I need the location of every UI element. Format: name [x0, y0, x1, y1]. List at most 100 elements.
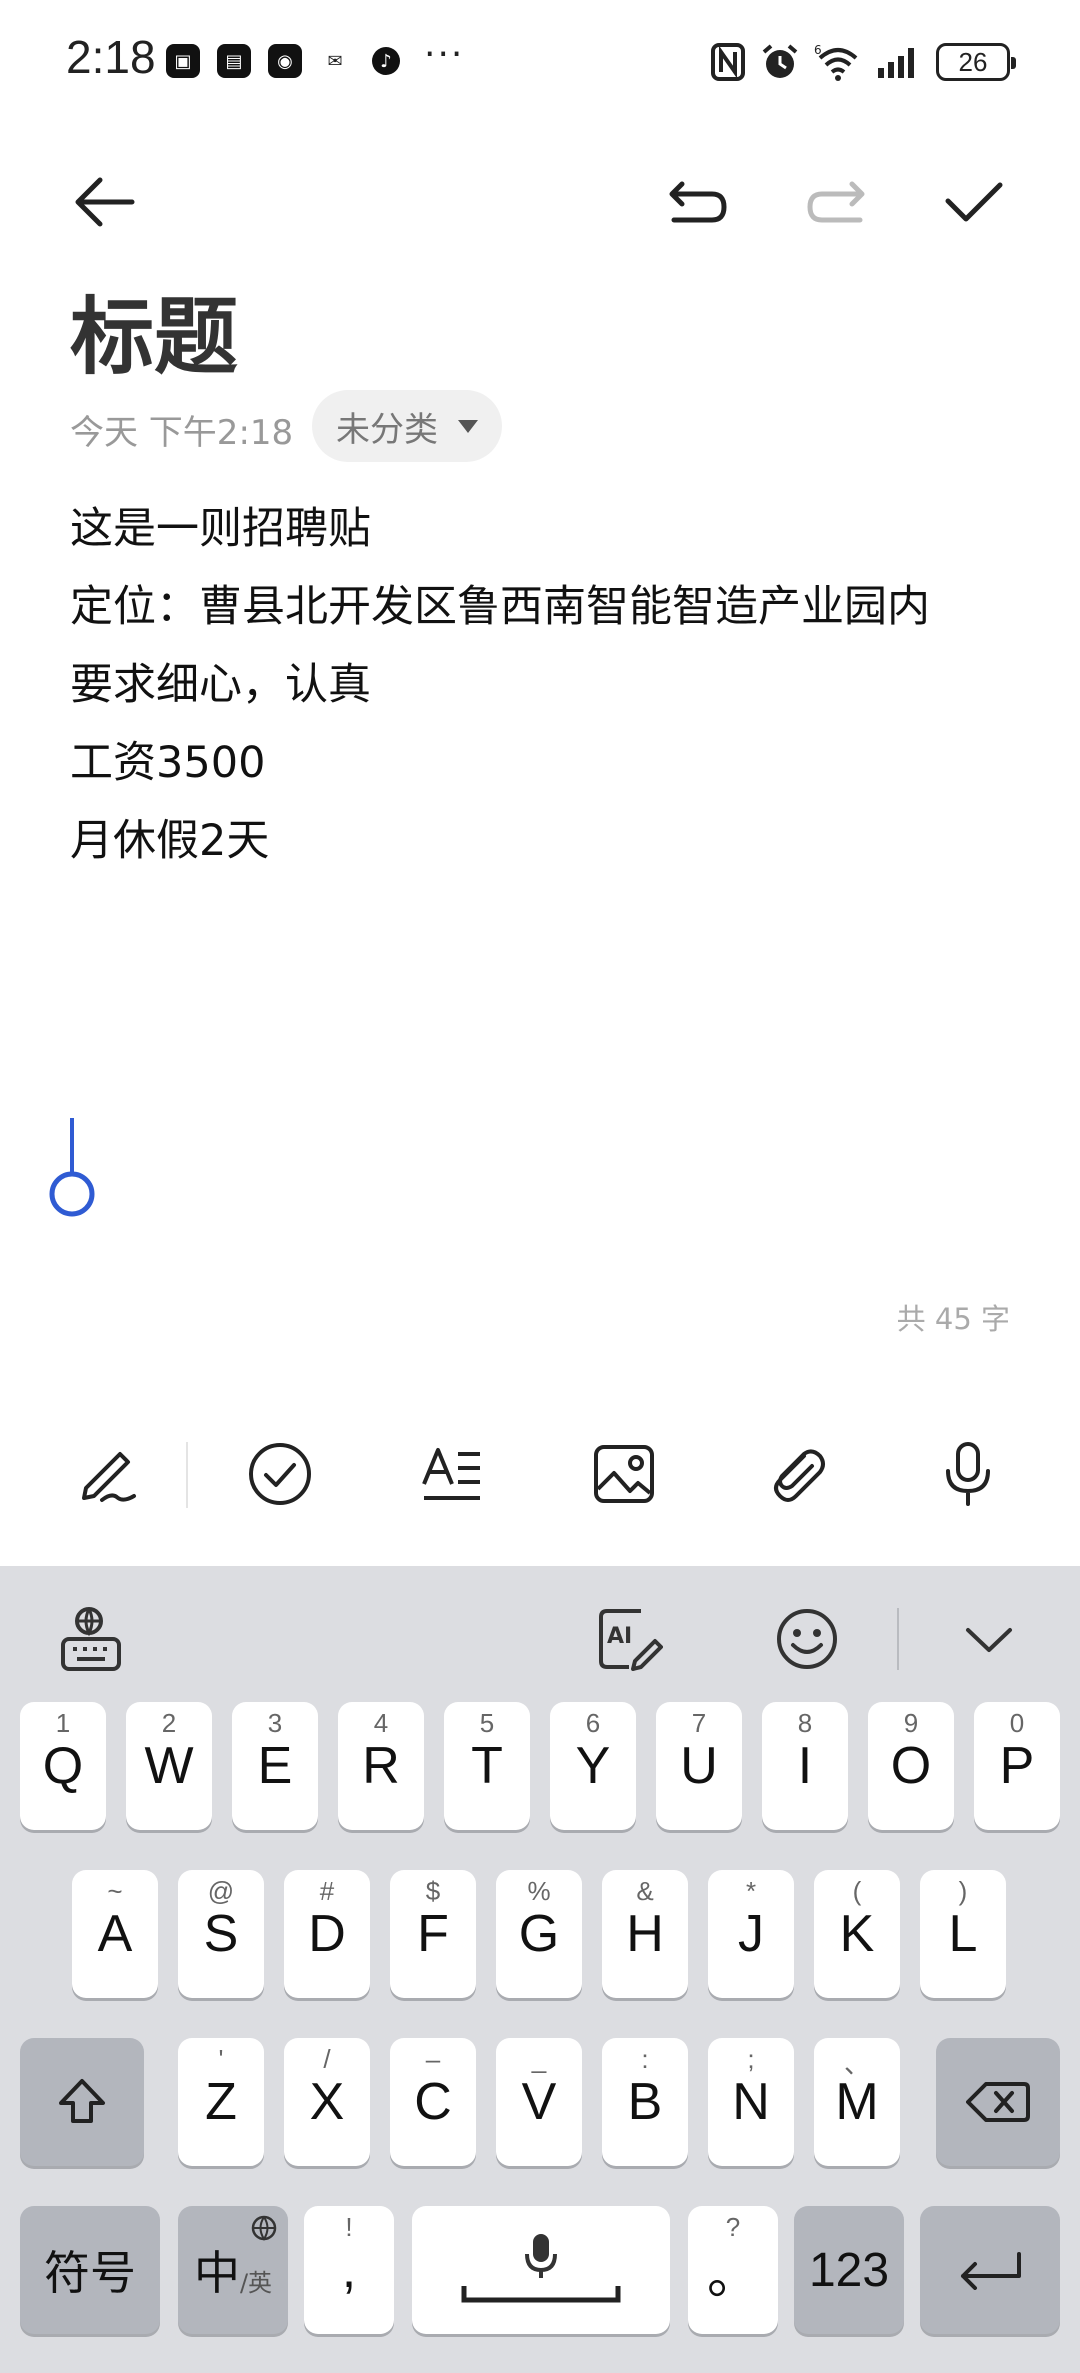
key-label: T — [471, 1737, 503, 1795]
text-style-button[interactable] — [412, 1434, 492, 1514]
status-more-dots: ··· — [424, 34, 465, 75]
insert-image-button[interactable] — [584, 1434, 664, 1514]
key-h[interactable]: & H — [602, 1870, 688, 1998]
key-sub-label: @ — [207, 1876, 235, 1906]
symbols-key[interactable]: 符号 — [20, 2206, 160, 2334]
key-f[interactable]: $ F — [390, 1870, 476, 1998]
status-app-icon: ◉ — [268, 44, 302, 78]
key-s[interactable]: @ S — [178, 1870, 264, 1998]
undo-icon — [669, 181, 727, 223]
key-p[interactable]: 0P — [974, 1702, 1060, 1830]
note-line: 要求细心，认真 — [70, 660, 371, 710]
word-count: 共 45 字 — [896, 1302, 1010, 1336]
key-sub-label: 3 — [267, 1708, 283, 1738]
key-sub-label: ? — [725, 2212, 741, 2242]
key-sub-label: # — [319, 1876, 335, 1906]
key-sub-label: ! — [345, 2212, 353, 2242]
key-label: B — [627, 2073, 663, 2131]
key-sub-label: 2 — [161, 1708, 177, 1738]
nfc-icon — [711, 43, 745, 81]
key-g[interactable]: % G — [496, 1870, 582, 1998]
language-switch-key[interactable]: 中/英 — [178, 2206, 288, 2334]
signal-icon — [878, 48, 914, 78]
key-r[interactable]: 4R — [338, 1702, 424, 1830]
backspace-key[interactable] — [936, 2038, 1060, 2166]
redo-icon — [807, 181, 865, 223]
key-o[interactable]: 9O — [868, 1702, 954, 1830]
key-sub-label: 、 — [843, 2049, 870, 2079]
note-body[interactable]: 这是一则招聘贴 定位：曹县北开发区鲁西南智能智造产业园内 要求细心，认真 工资3… — [70, 490, 1030, 880]
handwriting-button[interactable] — [68, 1434, 148, 1514]
period-key[interactable]: ?。 — [688, 2206, 778, 2334]
keyboard-settings-button[interactable] — [54, 1602, 128, 1676]
enter-key[interactable] — [920, 2206, 1060, 2334]
ai-writing-button[interactable]: AI — [592, 1602, 668, 1676]
key-x[interactable]: / X — [284, 2038, 370, 2166]
key-e[interactable]: 3E — [232, 1702, 318, 1830]
key-i[interactable]: 8I — [762, 1702, 848, 1830]
key-l[interactable]: ) L — [920, 1870, 1006, 1998]
globe-icon — [251, 2215, 277, 2241]
attachment-button[interactable] — [756, 1434, 836, 1514]
key-q[interactable]: 1Q — [20, 1702, 106, 1830]
key-label: 。 — [706, 2246, 759, 2305]
battery-indicator: 26 — [936, 43, 1016, 81]
back-button[interactable] — [62, 160, 146, 244]
redo-button[interactable] — [794, 160, 878, 244]
key-b[interactable]: :B — [602, 2038, 688, 2166]
image-icon — [594, 1445, 654, 1503]
key-u[interactable]: 7U — [656, 1702, 742, 1830]
toolbar-divider — [186, 1442, 188, 1508]
key-w[interactable]: 2W — [126, 1702, 212, 1830]
text-style-icon — [422, 1448, 480, 1500]
note-line: 月休假2天 — [70, 816, 270, 866]
key-n[interactable]: ; N — [708, 2038, 794, 2166]
key-c[interactable]: – C — [390, 2038, 476, 2166]
key-label: R — [362, 1737, 400, 1795]
category-dropdown[interactable]: 未分类 — [312, 390, 502, 462]
microphone-icon — [946, 1442, 990, 1506]
key-a[interactable]: ~ A — [72, 1870, 158, 1998]
done-button[interactable] — [932, 160, 1016, 244]
space-key[interactable] — [412, 2206, 670, 2334]
key-label: M — [835, 2073, 879, 2131]
key-sub-label: & — [636, 1876, 654, 1906]
key-sub-label: * — [745, 1876, 757, 1906]
collapse-keyboard-button[interactable] — [952, 1602, 1026, 1676]
emoji-button[interactable] — [770, 1602, 844, 1676]
checklist-icon — [249, 1443, 311, 1505]
key-label: D — [308, 1905, 346, 1963]
comma-key[interactable]: !, — [304, 2206, 394, 2334]
key-sub-label: ~ — [107, 1876, 123, 1906]
key-y[interactable]: 6Y — [550, 1702, 636, 1830]
key-sub-label: 8 — [797, 1708, 813, 1738]
text-cursor-handle[interactable] — [48, 1116, 98, 1220]
status-time: 2:18 — [66, 31, 156, 83]
svg-text:AI: AI — [607, 1624, 632, 1649]
checkmark-icon — [945, 182, 1003, 222]
key-d[interactable]: # D — [284, 1870, 370, 1998]
key-label: F — [417, 1905, 449, 1963]
voice-input-button[interactable] — [928, 1434, 1008, 1514]
undo-button[interactable] — [656, 160, 740, 244]
numbers-key[interactable]: 123 — [794, 2206, 904, 2334]
shift-key[interactable] — [20, 2038, 144, 2166]
checklist-button[interactable] — [240, 1434, 320, 1514]
key-z[interactable]: ' Z — [178, 2038, 264, 2166]
note-line: 工资3500 — [70, 738, 266, 788]
key-label: , — [341, 2241, 357, 2299]
key-sub-label: 0 — [1009, 1708, 1025, 1738]
key-k[interactable]: (K — [814, 1870, 900, 1998]
key-sub-label: 4 — [373, 1708, 389, 1738]
keyboard-tool-divider — [897, 1608, 899, 1670]
key-m[interactable]: 、 M — [814, 2038, 900, 2166]
key-t[interactable]: 5T — [444, 1702, 530, 1830]
alarm-icon — [762, 44, 798, 78]
key-j[interactable]: * J — [708, 1870, 794, 1998]
key-label: E — [257, 1737, 293, 1795]
key-label: V — [521, 2073, 557, 2131]
note-title[interactable]: 标题 — [70, 270, 238, 391]
key-v[interactable]: _ V — [496, 2038, 582, 2166]
emoji-icon — [777, 1609, 837, 1669]
wifi-icon: 6 — [814, 43, 858, 81]
